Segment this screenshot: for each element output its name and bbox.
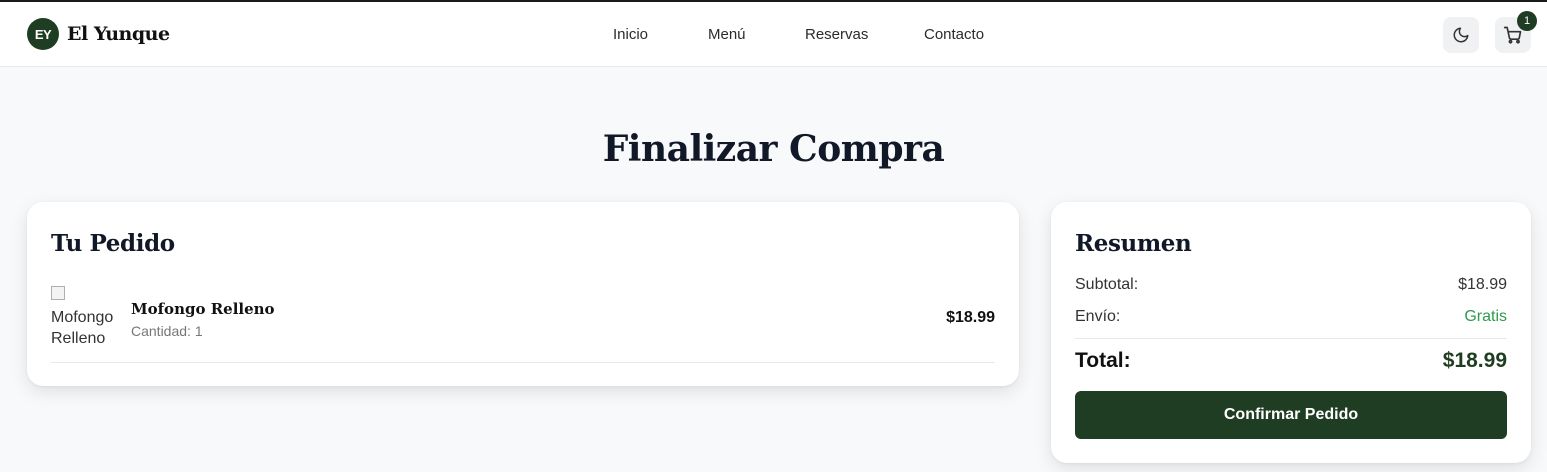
subtotal-value: $18.99 xyxy=(1458,276,1507,293)
item-price: $18.99 xyxy=(946,309,995,326)
nav-item-reservas[interactable]: Reservas xyxy=(805,26,868,43)
nav-item-inicio[interactable]: Inicio xyxy=(613,26,648,43)
shipping-value: Gratis xyxy=(1464,308,1507,325)
confirm-order-button[interactable]: Confirmar Pedido xyxy=(1075,391,1507,439)
shipping-row: Envío: Gratis xyxy=(1075,308,1507,326)
order-card: Tu Pedido Mofongo Relleno Mofongo Rellen… xyxy=(27,202,1019,386)
item-divider xyxy=(51,362,995,363)
subtotal-row: Subtotal: $18.99 xyxy=(1075,276,1507,294)
cart-button[interactable]: 1 xyxy=(1495,11,1537,53)
summary-card: Resumen Subtotal: $18.99 Envío: Gratis T… xyxy=(1051,202,1531,463)
theme-toggle-button[interactable] xyxy=(1443,17,1479,53)
total-row: Total: $18.99 xyxy=(1075,349,1507,373)
summary-divider xyxy=(1075,338,1507,339)
subtotal-label: Subtotal: xyxy=(1075,276,1139,293)
summary-title: Resumen xyxy=(1075,230,1192,257)
cart-count-badge: 1 xyxy=(1517,11,1537,31)
item-quantity: Cantidad: 1 xyxy=(131,323,203,339)
item-name: Mofongo Relleno xyxy=(131,300,275,318)
total-value: $18.99 xyxy=(1442,349,1507,372)
item-image-alt: Mofongo Relleno xyxy=(51,309,114,347)
main-nav: Inicio Menú Reservas Contacto xyxy=(0,26,1547,46)
item-image: Mofongo Relleno xyxy=(51,286,115,350)
nav-item-menu[interactable]: Menú xyxy=(708,26,746,43)
order-title: Tu Pedido xyxy=(51,230,175,257)
moon-icon xyxy=(1453,27,1469,43)
total-label: Total: xyxy=(1075,349,1131,372)
shipping-label: Envío: xyxy=(1075,308,1121,325)
page-title: Finalizar Compra xyxy=(602,128,945,170)
nav-item-contacto[interactable]: Contacto xyxy=(924,26,984,43)
site-header: EY El Yunque Inicio Menú Reservas Contac… xyxy=(0,2,1547,67)
broken-image-icon xyxy=(51,286,65,300)
